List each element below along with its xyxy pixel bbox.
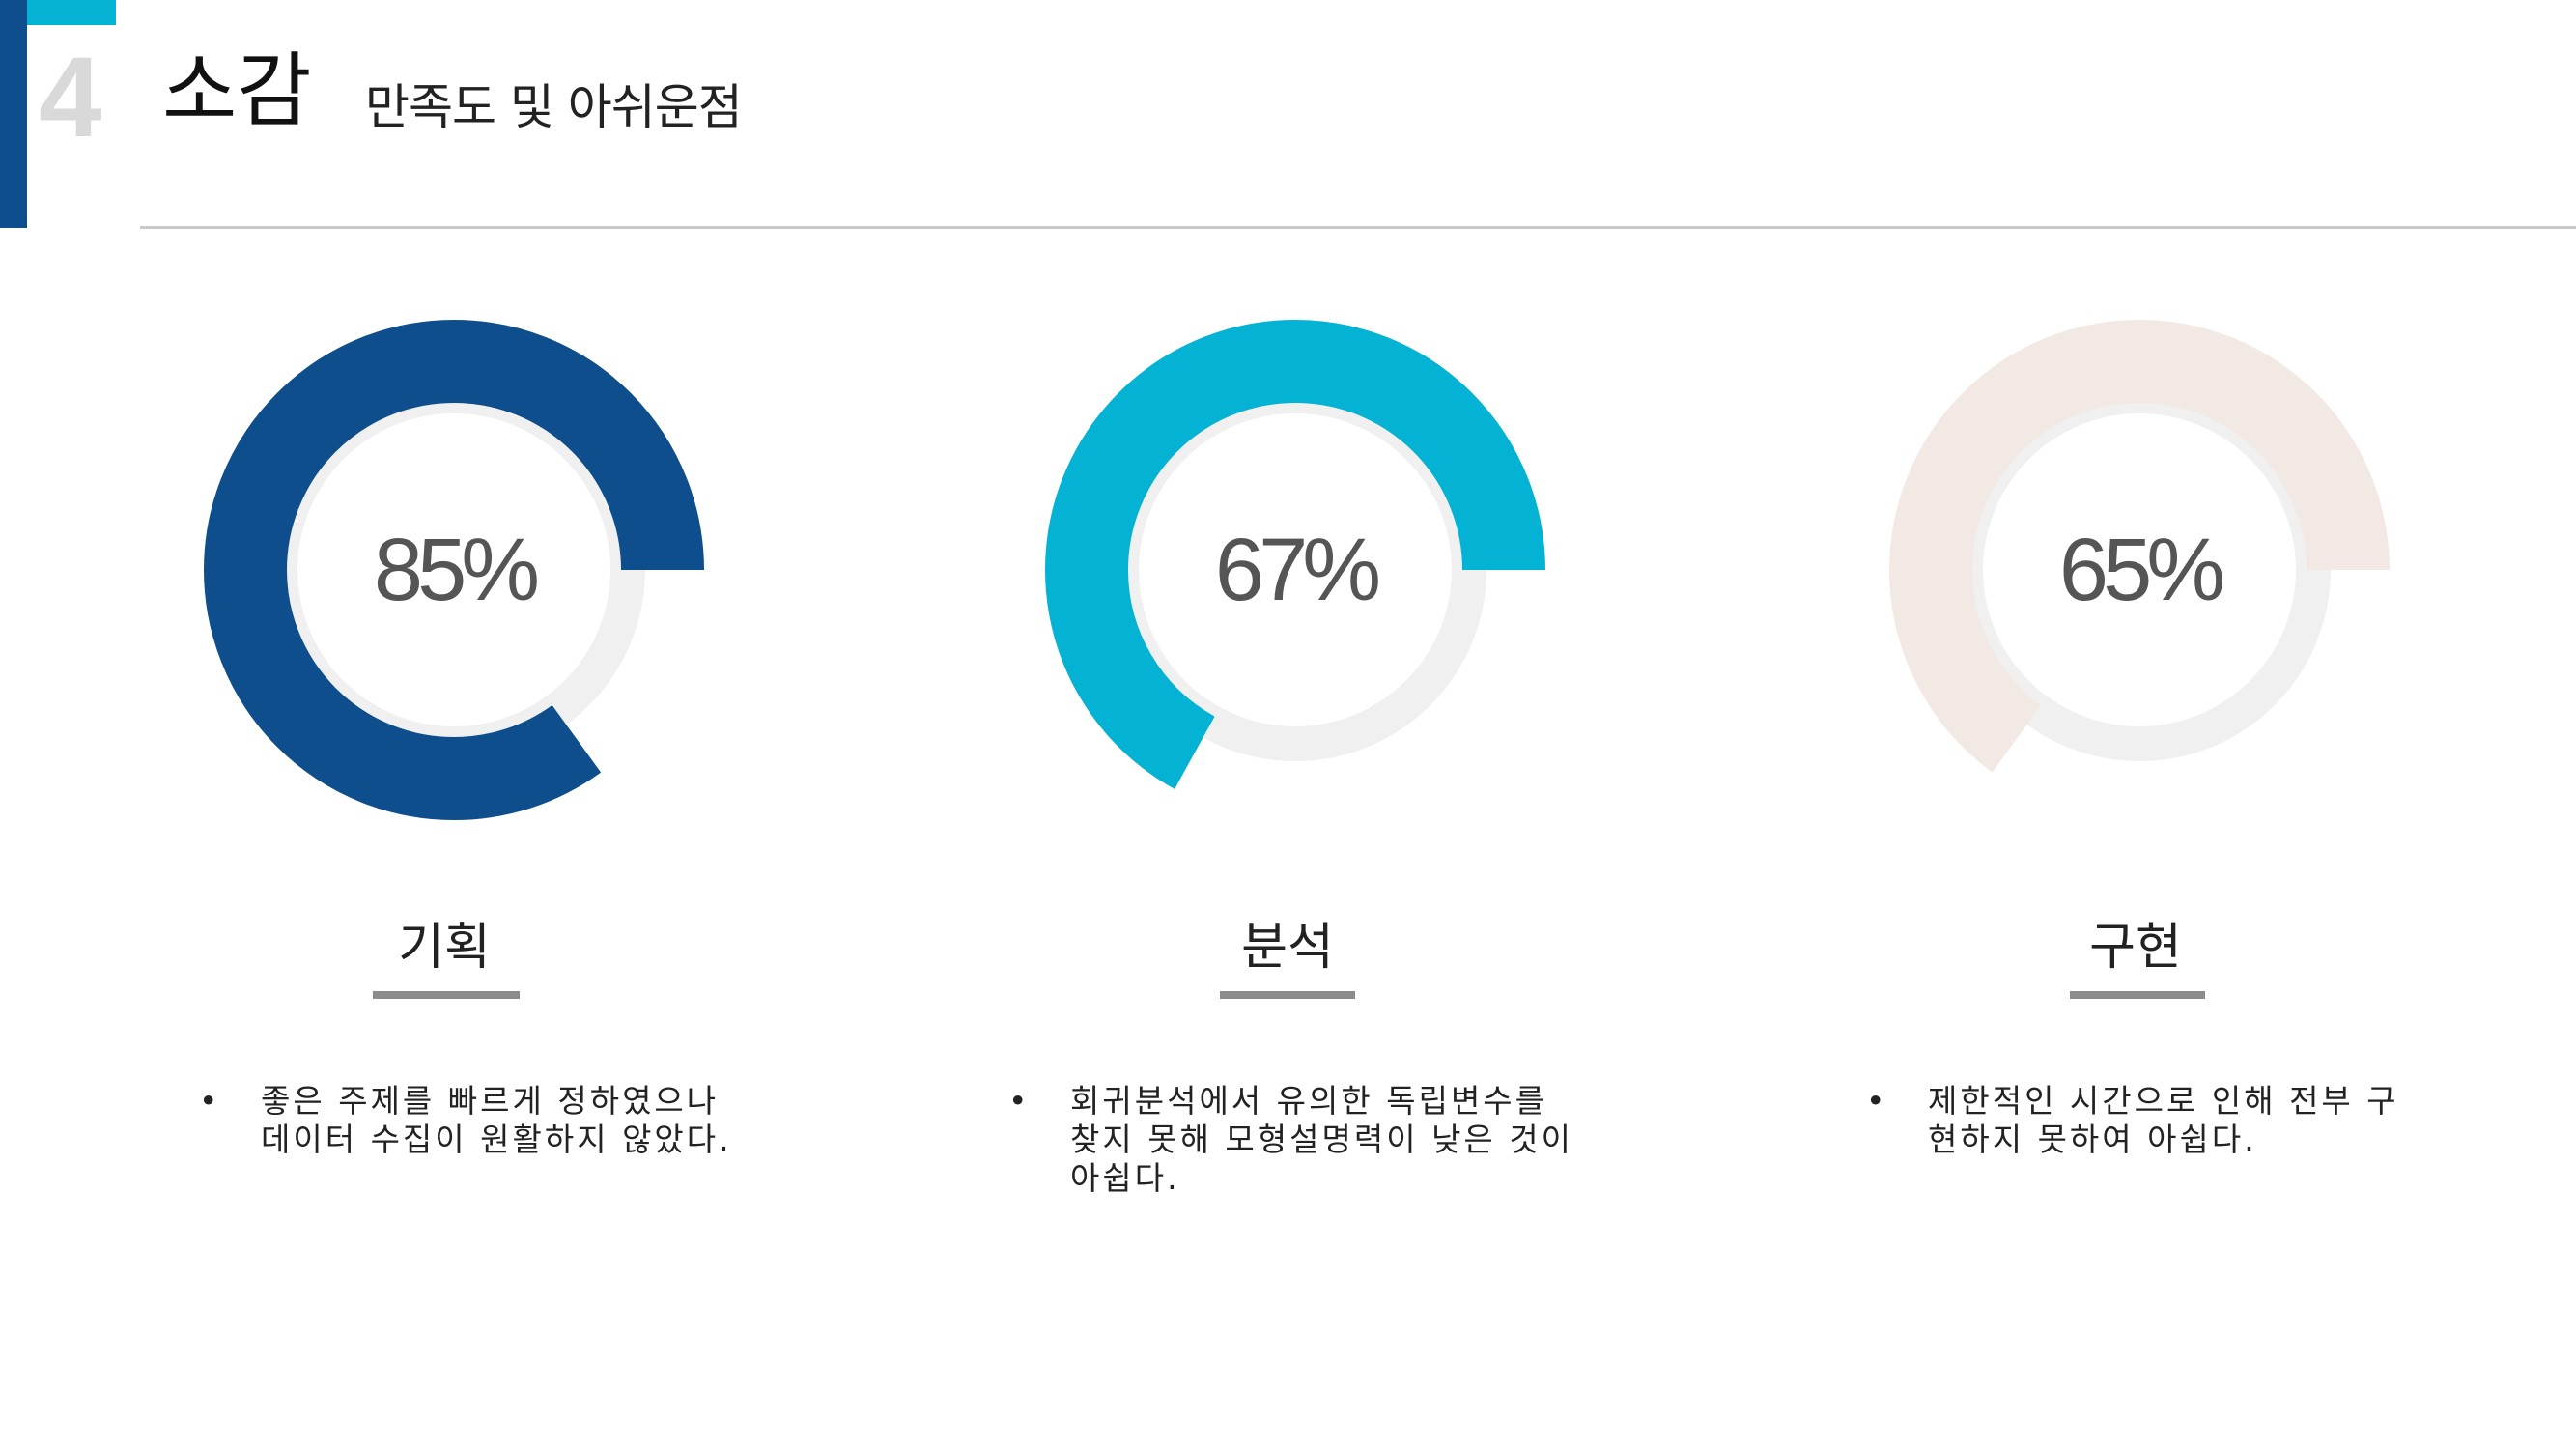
left-accent-bar bbox=[0, 0, 27, 228]
category-underline bbox=[373, 991, 520, 999]
note-line: 찾지 못해 모형설명력이 낮은 것이 bbox=[1070, 1121, 1573, 1158]
note-line: 데이터 수집이 원활하지 않았다. bbox=[261, 1121, 732, 1158]
note-implementation: • 제한적인 시간으로 인해 전부 구 현하지 못하여 아쉽다. bbox=[1866, 1082, 2399, 1159]
donut-chart-3: 65% bbox=[1888, 319, 2391, 821]
header-divider bbox=[140, 226, 2576, 229]
donut-percent-label: 67% bbox=[1214, 520, 1381, 619]
donut-percent-label: 65% bbox=[2058, 520, 2225, 619]
bullet: • bbox=[1866, 1082, 1888, 1120]
category-underline bbox=[2070, 991, 2205, 999]
note-line: 아쉽다. bbox=[1070, 1159, 1180, 1197]
donut-percent-label: 85% bbox=[373, 520, 540, 619]
page-title: 소감 bbox=[162, 43, 312, 138]
note-analysis: • 회귀분석에서 유의한 독립변수를 찾지 못해 모형설명력이 낮은 것이 아쉽… bbox=[1008, 1082, 1573, 1198]
bullet: • bbox=[1008, 1082, 1031, 1120]
section-number: 4 bbox=[39, 34, 102, 161]
note-planning: • 좋은 주제를 빠르게 정하였으나 데이터 수집이 원활하지 않았다. bbox=[199, 1082, 732, 1159]
bullet: • bbox=[199, 1082, 221, 1120]
note-line: 회귀분석에서 유의한 독립변수를 bbox=[1070, 1082, 1548, 1120]
page-subtitle: 만족도 및 아쉬운점 bbox=[365, 79, 743, 135]
top-accent-bar bbox=[27, 0, 116, 25]
category-label-implementation: 구현 bbox=[2089, 919, 2182, 977]
donut-chart-1: 85% bbox=[203, 319, 705, 821]
category-label-planning: 기획 bbox=[398, 919, 491, 977]
note-line: 좋은 주제를 빠르게 정하였으나 bbox=[261, 1082, 720, 1120]
note-line: 제한적인 시간으로 인해 전부 구 bbox=[1928, 1082, 2399, 1120]
note-line: 현하지 못하여 아쉽다. bbox=[1928, 1121, 2257, 1158]
category-underline bbox=[1220, 991, 1355, 999]
donut-chart-2: 67% bbox=[1044, 319, 1546, 821]
category-label-analysis: 분석 bbox=[1241, 919, 1334, 977]
